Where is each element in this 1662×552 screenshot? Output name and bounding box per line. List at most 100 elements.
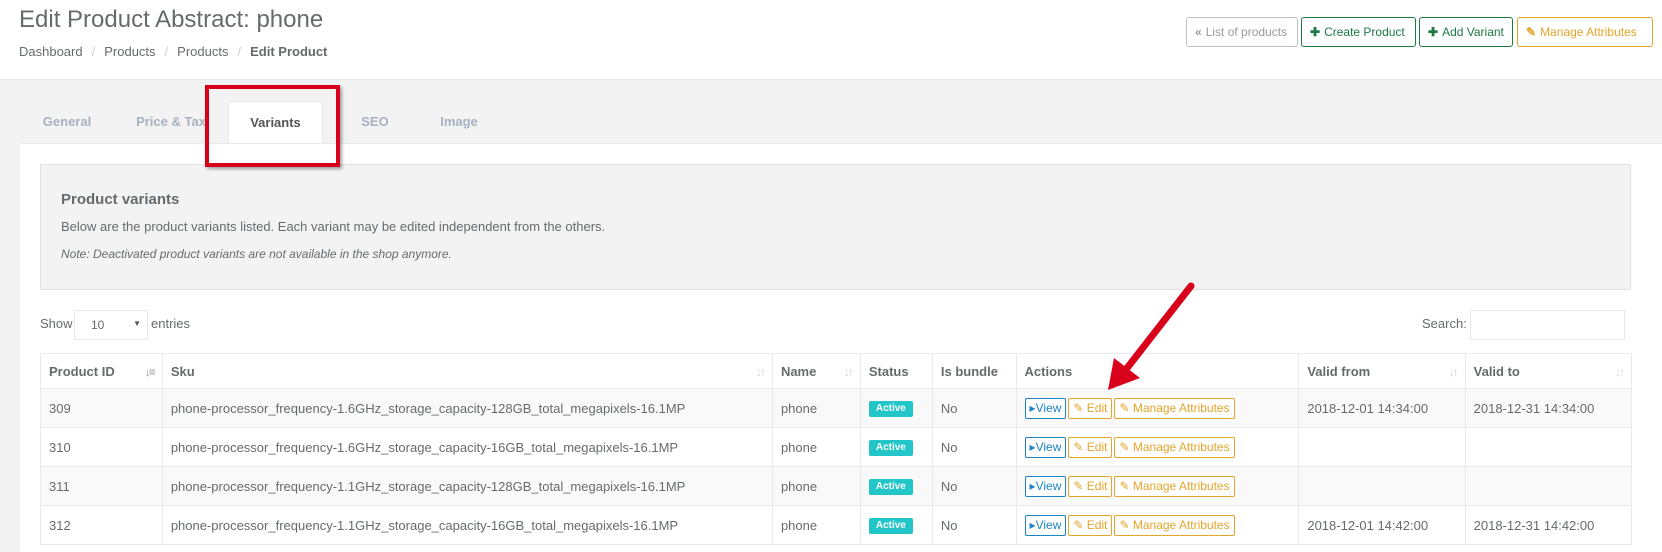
column-label: Status: [868, 363, 909, 379]
view-button[interactable]: ▸View: [1024, 475, 1067, 497]
page-size-select[interactable]: 10 ▼: [74, 310, 148, 340]
cell-product-id: 311: [40, 466, 163, 506]
info-text: Below are the product variants listed. E…: [61, 219, 606, 234]
manage-attributes-row-button[interactable]: ✎ Manage Attributes: [1114, 514, 1235, 536]
view-button[interactable]: ▸View: [1024, 514, 1067, 536]
edit-icon: ✎: [1119, 478, 1130, 493]
manage-attributes-label: Manage Attributes: [1132, 439, 1230, 454]
table-row: 312 phone-processor_frequency-1.1GHz_sto…: [40, 505, 1633, 545]
breadcrumb-separator: /: [91, 44, 96, 59]
sort-icon: ↓↑: [755, 365, 766, 379]
cell-product-id: 310: [40, 427, 163, 467]
cell-sku: phone-processor_frequency-1.1GHz_storage…: [161, 466, 773, 506]
view-label: View: [1035, 439, 1062, 454]
cell-status: Active: [859, 505, 933, 545]
view-label: View: [1035, 517, 1062, 532]
cell-valid-from: [1298, 427, 1466, 467]
cell-valid-to: [1464, 427, 1633, 467]
column-header-name[interactable]: Name ↓↑: [771, 353, 861, 389]
manage-attributes-row-button[interactable]: ✎ Manage Attributes: [1114, 475, 1235, 497]
info-box: Product variants Below are the product v…: [40, 164, 1631, 290]
tab-price-tax[interactable]: Price & Tax: [116, 101, 226, 143]
breadcrumb: Dashboard / Products / Products / Edit Product: [19, 44, 327, 59]
table-row: 310 phone-processor_frequency-1.6GHz_sto…: [40, 427, 1633, 467]
column-label: Is bundle: [940, 363, 998, 379]
page-title: Edit Product Abstract: phone: [19, 6, 324, 33]
edit-label: Edit: [1086, 517, 1108, 532]
sort-icon: ↓↑: [1448, 365, 1459, 379]
manage-attributes-label: Manage Attributes: [1132, 400, 1230, 415]
cell-actions: ▸View ✎ Edit ✎ Manage Attributes: [1015, 427, 1300, 467]
edit-button[interactable]: ✎ Edit: [1068, 436, 1113, 458]
breadcrumb-dashboard[interactable]: Dashboard: [19, 44, 83, 59]
search-label: Search:: [1422, 316, 1467, 331]
search-input[interactable]: [1470, 310, 1625, 340]
entries-label: entries: [151, 316, 191, 331]
column-header-product-id[interactable]: Product ID ↓≡: [40, 353, 163, 389]
column-label: Sku: [170, 363, 195, 379]
variants-table: Product ID ↓≡ Sku ↓↑ Name ↓↑ Status Is bund…: [40, 353, 1633, 545]
page-size-value: 10: [91, 318, 105, 332]
view-button[interactable]: ▸View: [1024, 397, 1067, 419]
cell-is-bundle: No: [931, 466, 1017, 506]
cell-valid-to: 2018-12-31 14:42:00: [1464, 505, 1633, 545]
list-of-products-button[interactable]: «List of products: [1186, 17, 1298, 47]
edit-icon: ✎: [1073, 517, 1084, 532]
edit-button[interactable]: ✎ Edit: [1068, 514, 1113, 536]
edit-icon: ✎: [1073, 400, 1084, 415]
cell-status: Active: [859, 466, 933, 506]
edit-button[interactable]: ✎ Edit: [1068, 475, 1113, 497]
column-header-is-bundle: Is bundle: [931, 353, 1017, 389]
status-badge: Active: [868, 401, 913, 417]
view-button[interactable]: ▸View: [1024, 436, 1067, 458]
manage-attributes-button[interactable]: ✎ Manage Attributes: [1517, 17, 1653, 47]
create-product-label: Create Product: [1324, 25, 1405, 39]
add-variant-label: Add Variant: [1442, 25, 1504, 39]
status-badge: Active: [868, 440, 913, 456]
table-header-row: Product ID ↓≡ Sku ↓↑ Name ↓↑ Status Is bund…: [40, 353, 1633, 389]
cell-sku: phone-processor_frequency-1.6GHz_storage…: [161, 388, 773, 428]
edit-button[interactable]: ✎ Edit: [1068, 397, 1113, 419]
plus-icon: ✚: [1428, 25, 1439, 39]
create-product-button[interactable]: ✚ Create Product: [1301, 17, 1416, 47]
cell-valid-from: [1298, 466, 1466, 506]
column-header-valid-from[interactable]: Valid from ↓↑: [1298, 353, 1466, 389]
tab-variants[interactable]: Variants: [228, 101, 323, 144]
cell-sku: phone-processor_frequency-1.6GHz_storage…: [161, 427, 773, 467]
cell-name: phone: [771, 427, 861, 467]
caret-down-icon: ▼: [133, 319, 141, 328]
column-label: Valid to: [1473, 363, 1520, 379]
edit-icon: ✎: [1119, 517, 1130, 532]
view-label: View: [1035, 478, 1062, 493]
manage-attributes-row-button[interactable]: ✎ Manage Attributes: [1114, 436, 1235, 458]
status-badge: Active: [868, 479, 913, 495]
column-label: Actions: [1024, 363, 1073, 379]
cell-status: Active: [859, 427, 933, 467]
show-label: Show: [40, 316, 73, 331]
sort-asc-icon: ↓≡: [144, 365, 156, 379]
manage-attributes-row-button[interactable]: ✎ Manage Attributes: [1114, 397, 1235, 419]
edit-icon: ✎: [1073, 478, 1084, 493]
column-header-valid-to[interactable]: Valid to ↓↑: [1464, 353, 1633, 389]
edit-icon: ✎: [1073, 439, 1084, 454]
cell-product-id: 312: [40, 505, 163, 545]
tab-image[interactable]: Image: [418, 101, 500, 143]
breadcrumb-products-2[interactable]: Products: [177, 44, 228, 59]
cell-name: phone: [771, 466, 861, 506]
breadcrumb-products[interactable]: Products: [104, 44, 155, 59]
tab-seo[interactable]: SEO: [336, 101, 414, 143]
tab-general[interactable]: General: [20, 101, 114, 143]
breadcrumb-separator: /: [237, 44, 242, 59]
manage-attributes-label: Manage Attributes: [1132, 517, 1230, 532]
plus-icon: ✚: [1310, 25, 1321, 39]
cell-actions: ▸View ✎ Edit ✎ Manage Attributes: [1015, 505, 1300, 545]
breadcrumb-current: Edit Product: [250, 44, 328, 59]
list-of-products-label: List of products: [1205, 25, 1288, 39]
column-header-sku[interactable]: Sku ↓↑: [161, 353, 773, 389]
edit-label: Edit: [1086, 400, 1108, 415]
cell-actions: ▸View ✎ Edit ✎ Manage Attributes: [1015, 466, 1300, 506]
cell-valid-to: [1464, 466, 1633, 506]
table-row: 311 phone-processor_frequency-1.1GHz_sto…: [40, 466, 1633, 506]
sort-icon: ↓↑: [1615, 365, 1625, 379]
add-variant-button[interactable]: ✚ Add Variant: [1419, 17, 1513, 47]
